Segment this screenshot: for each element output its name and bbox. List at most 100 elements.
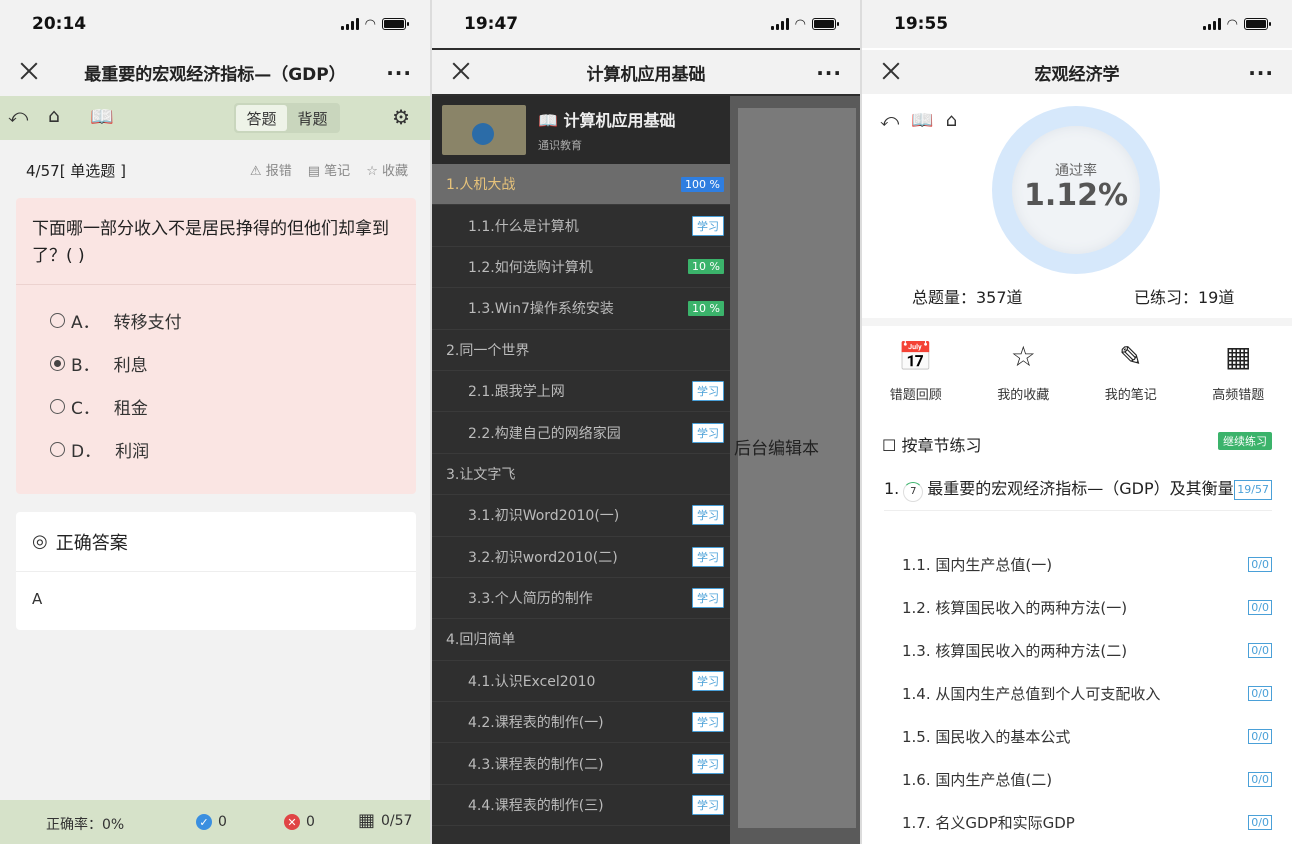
my-favorites-button[interactable]: ☆ 我的收藏 — [970, 340, 1078, 403]
page-title: 最重要的宏观经济指标—（GDP） — [84, 64, 346, 85]
more-icon[interactable]: ··· — [816, 61, 842, 85]
chapter-row[interactable]: 4.2.课程表的制作(一) 学习 — [432, 702, 730, 744]
progress-badge: 学习 — [692, 712, 724, 733]
more-icon[interactable]: ··· — [1248, 61, 1274, 85]
radio-icon — [50, 442, 65, 458]
signal-icon — [1202, 18, 1221, 30]
wrong-review-button[interactable]: 📅 错题回顾 — [862, 340, 970, 403]
tab-answer[interactable]: 答题 — [236, 105, 287, 131]
progress-badge: 学习 — [692, 215, 724, 236]
list-item[interactable]: 1.2. 核算国民收入的两种方法(一) 0/0 — [902, 586, 1272, 629]
page-title: 计算机应用基础 — [586, 64, 706, 85]
chapter-row[interactable]: 4.4.课程表的制作(三) 学习 — [432, 785, 730, 827]
my-notes-button[interactable]: ✎ 我的笔记 — [1077, 340, 1185, 403]
chapter-row[interactable]: 2.2.构建自己的网络家园 学习 — [432, 412, 730, 454]
question-sheet-button[interactable]: ▦ 0/57 — [358, 810, 412, 831]
option-d[interactable]: D． 利润 — [16, 428, 416, 471]
chapter-row[interactable]: 3.让文字飞 — [432, 454, 730, 496]
list-item[interactable]: 1.6. 国内生产总值(二) 0/0 — [902, 758, 1272, 801]
check-icon: ✓ — [196, 814, 212, 830]
chapter-row-label: 4.4.课程表的制作(三) — [468, 798, 604, 815]
chapter-row-label: 3.让文字飞 — [446, 466, 516, 483]
frequent-errors-button[interactable]: ▦ 高频错题 — [1185, 340, 1292, 403]
gear-icon[interactable]: ⚙ — [392, 105, 410, 129]
tab-recite[interactable]: 背题 — [287, 105, 338, 131]
list-item-count: 0/0 — [1248, 643, 1272, 658]
continue-practice-button[interactable]: 继续练习 — [1218, 432, 1272, 450]
list-item-label: 1.2. 核算国民收入的两种方法(一) — [902, 599, 1128, 617]
radio-selected-icon — [50, 356, 65, 372]
home-icon[interactable]: ⌂ — [946, 110, 957, 131]
chapter-row[interactable]: 1.人机大战 100 % — [432, 164, 730, 206]
pass-rate-label: 通过率 — [1055, 163, 1097, 179]
top-links: ⤺ 📖 ⌂ — [880, 110, 957, 131]
calendar-icon: 📅 — [898, 340, 934, 373]
star-icon: ☆ — [1010, 340, 1036, 373]
back-icon[interactable]: ⤺ — [880, 110, 899, 131]
back-icon[interactable]: ⤺ — [8, 105, 28, 127]
total-questions: 总题量：357道 — [912, 288, 1023, 307]
book-icon[interactable]: 📖 — [90, 105, 114, 128]
chapter-row[interactable]: 3.2.初识word2010(二) 学习 — [432, 537, 730, 578]
list-item[interactable]: 1.1. 国内生产总值(一) 0/0 — [902, 543, 1272, 586]
close-icon[interactable] — [880, 60, 902, 82]
answer-value: A — [32, 590, 43, 608]
favorite-button[interactable]: ☆ 收藏 — [366, 160, 408, 179]
option-c[interactable]: C． 租金 — [16, 385, 416, 428]
edit-icon: ☐ — [882, 436, 902, 455]
list-item[interactable]: 1.4. 从国内生产总值到个人可支配收入 0/0 — [902, 672, 1272, 715]
chapter-list: 1.人机大战 100 % 1.1.什么是计算机 学习 1.2.如何选购计算机 10 % 1.… — [432, 164, 730, 827]
home-icon[interactable]: ⌂ — [48, 105, 60, 127]
chapter-row[interactable]: 2.1.跟我学上网 学习 — [432, 371, 730, 413]
more-icon[interactable]: ··· — [386, 61, 412, 85]
book-icon[interactable]: 📖 — [911, 110, 933, 131]
page-title: 宏观经济学 — [1034, 64, 1120, 85]
chapter-row-label: 3.2.初识word2010(二) — [468, 549, 618, 566]
chapter-row[interactable]: 4.回归简单 — [432, 619, 730, 661]
battery-icon — [812, 18, 839, 30]
question-type: [ 单选题 ] — [59, 162, 126, 180]
chapter-row[interactable]: 1.1.什么是计算机 学习 — [432, 205, 730, 247]
note-button[interactable]: ▤ 笔记 — [308, 160, 350, 179]
status-icons: ◠ — [1202, 17, 1271, 32]
list-item[interactable]: 1.7. 名义GDP和实际GDP 0/0 — [902, 801, 1272, 844]
chapter-row[interactable]: 3.3.个人简历的制作 学习 — [432, 578, 730, 620]
chapter-row[interactable]: 4.3.课程表的制作(二) 学习 — [432, 743, 730, 785]
chapter-row[interactable]: 3.1.初识Word2010(一) 学习 — [432, 495, 730, 537]
list-item-label: 1.4. 从国内生产总值到个人可支配收入 — [902, 685, 1161, 703]
list-item-count: 0/0 — [1248, 815, 1272, 830]
background-heading: 后台编辑本 — [734, 439, 819, 459]
close-icon[interactable] — [18, 60, 40, 82]
radio-icon — [50, 313, 65, 329]
pass-rate-ring: 通过率 1.12% — [992, 106, 1160, 274]
progress-badge: 10 % — [688, 300, 724, 316]
answer-card: ◎ 正确答案 A — [16, 512, 416, 630]
chapter-item[interactable]: 1. 7 最重要的宏观经济指标—（GDP）及其衡量 19/57 — [884, 476, 1272, 511]
chapter-row[interactable]: 2.同一个世界 — [432, 330, 730, 371]
answer-footer: 正确率：0% ✓ 0 ✕ 0 ▦ 0/57 — [0, 800, 430, 844]
chapter-row-label: 3.3.个人简历的制作 — [468, 591, 593, 608]
option-b[interactable]: B． 利息 — [16, 342, 416, 385]
list-item[interactable]: 1.5. 国民收入的基本公式 0/0 — [902, 715, 1272, 758]
list-item-label: 1.6. 国内生产总值(二) — [902, 771, 1053, 789]
chapter-row-label: 4.回归简单 — [446, 632, 516, 649]
option-a[interactable]: A． 转移支付 — [16, 299, 416, 342]
chapter-row-label: 1.3.Win7操作系统安装 — [468, 301, 614, 318]
signal-icon — [340, 18, 359, 30]
progress-badge: 学习 — [692, 795, 724, 816]
chapter-row[interactable]: 1.2.如何选购计算机 10 % — [432, 247, 730, 289]
report-button[interactable]: ⚠ 报错 — [250, 160, 292, 179]
close-icon[interactable] — [450, 60, 472, 82]
chapter-row[interactable]: 1.3.Win7操作系统安装 10 % — [432, 288, 730, 330]
progress-badge: 100 % — [681, 176, 724, 192]
list-item-count: 0/0 — [1248, 729, 1272, 744]
background-content — [738, 108, 856, 828]
list-item[interactable]: 1.3. 核算国民收入的两种方法(二) 0/0 — [902, 629, 1272, 672]
target-icon: ◎ — [32, 531, 48, 552]
divider — [862, 318, 1292, 326]
chapter-row[interactable]: 4.1.认识Excel2010 学习 — [432, 661, 730, 703]
chapter-title: 最重要的宏观经济指标—（GDP）及其衡量 — [927, 479, 1234, 498]
radio-icon — [50, 399, 65, 415]
status-time: 19:55 — [894, 14, 949, 34]
progress-badge: 学习 — [692, 670, 724, 691]
